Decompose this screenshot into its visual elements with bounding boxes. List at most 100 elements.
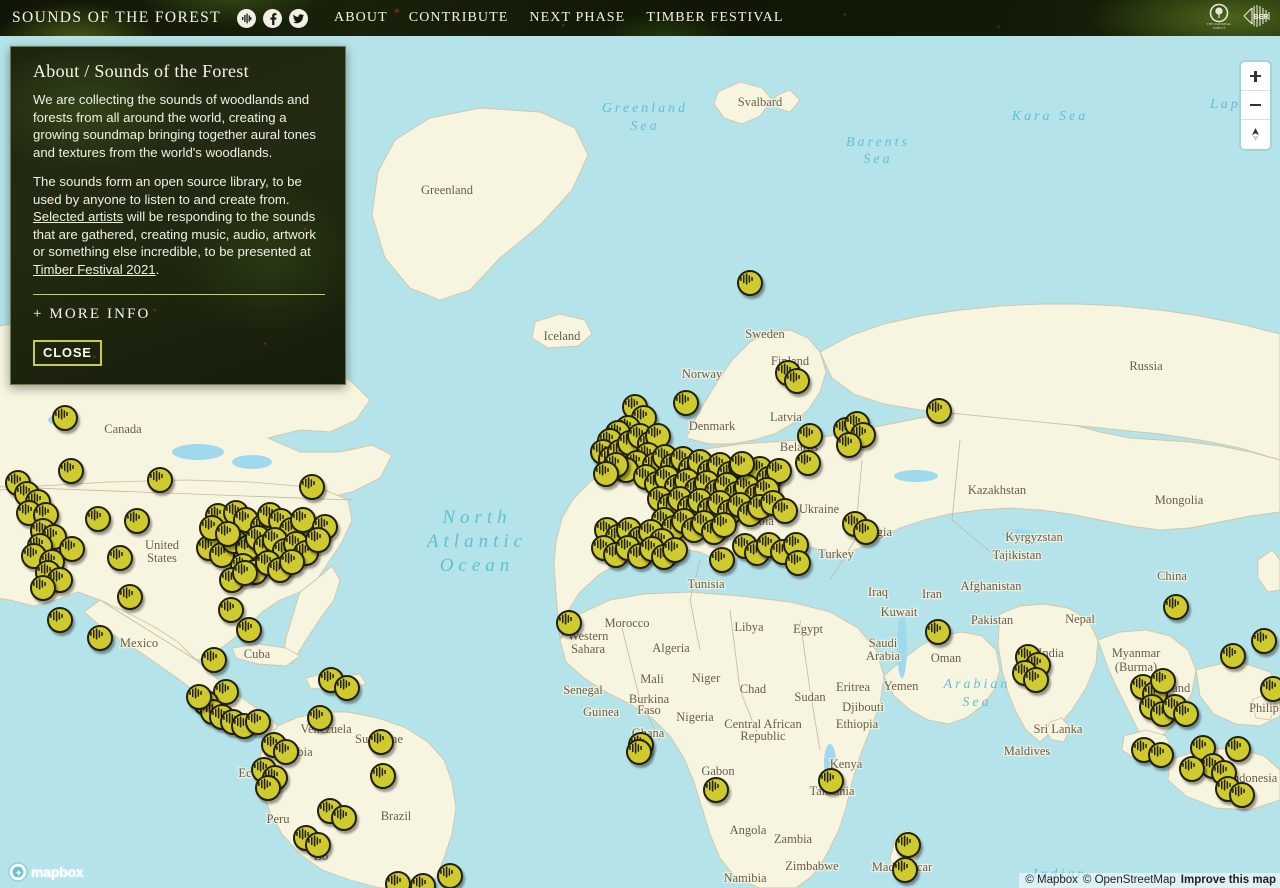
sound-marker[interactable] xyxy=(305,832,331,858)
compass-button[interactable] xyxy=(1241,120,1270,149)
sound-marker[interactable] xyxy=(245,709,271,735)
map-ocean-label: Atlantic xyxy=(425,531,527,552)
sound-marker[interactable] xyxy=(215,521,241,547)
sound-marker[interactable] xyxy=(236,617,262,643)
more-info-toggle[interactable]: + MORE INFO xyxy=(33,306,325,323)
sound-marker[interactable] xyxy=(626,739,652,765)
sound-marker[interactable] xyxy=(784,368,810,394)
sound-marker[interactable] xyxy=(305,527,331,553)
sound-marker[interactable] xyxy=(30,575,56,601)
sound-marker[interactable] xyxy=(331,805,357,831)
sound-marker[interactable] xyxy=(703,777,729,803)
facebook-icon[interactable] xyxy=(263,9,282,28)
map-place-label: Egypt xyxy=(793,622,823,636)
sound-marker[interactable] xyxy=(818,768,844,794)
sound-marker[interactable] xyxy=(117,584,143,610)
sound-marker[interactable] xyxy=(892,857,918,883)
map-ocean-label: Sea xyxy=(863,152,892,167)
sound-marker[interactable] xyxy=(1260,676,1280,702)
sound-marker[interactable] xyxy=(201,647,227,673)
waveform-icon xyxy=(927,621,942,635)
sound-marker[interactable] xyxy=(895,832,921,858)
sound-marker[interactable] xyxy=(1229,782,1255,808)
mapbox-logo[interactable]: mapbox xyxy=(8,862,83,882)
sound-marker[interactable] xyxy=(797,423,823,449)
sound-marker[interactable] xyxy=(1150,668,1176,694)
sound-marker[interactable] xyxy=(147,467,173,493)
sound-marker[interactable] xyxy=(186,684,212,710)
sound-marker[interactable] xyxy=(1220,643,1246,669)
map-place-label: Iraq xyxy=(868,585,889,599)
sound-marker[interactable] xyxy=(334,675,360,701)
sound-marker[interactable] xyxy=(926,398,952,424)
map-place-label: Zambia xyxy=(774,832,813,846)
sound-marker[interactable] xyxy=(1173,701,1199,727)
sound-marker[interactable] xyxy=(1251,628,1277,654)
sound-marker[interactable] xyxy=(1148,742,1174,768)
waveform-icon xyxy=(220,599,235,613)
sound-marker[interactable] xyxy=(709,547,735,573)
map-place-label: Sahara xyxy=(571,642,605,656)
improve-this-map-link[interactable]: Improve this map xyxy=(1181,874,1276,886)
map-ocean-label: North xyxy=(441,507,511,528)
twitter-icon[interactable] xyxy=(289,9,308,28)
sound-marker[interactable] xyxy=(1023,667,1049,693)
sound-marker[interactable] xyxy=(368,729,394,755)
sound-marker[interactable] xyxy=(85,506,111,532)
sound-marker[interactable] xyxy=(232,560,258,586)
waveform-icon xyxy=(774,500,789,514)
sound-marker[interactable] xyxy=(124,508,150,534)
zoom-out-button[interactable] xyxy=(1241,91,1270,120)
sound-marker[interactable] xyxy=(52,405,78,431)
map-place-label: Denmark xyxy=(689,419,736,433)
sound-marker[interactable] xyxy=(307,705,333,731)
sound-marker[interactable] xyxy=(273,739,299,765)
sound-marker[interactable] xyxy=(107,545,133,571)
timber-festival-logo[interactable]: BER xyxy=(1242,2,1274,35)
waveform-icon xyxy=(235,509,250,523)
nav-item-contribute[interactable]: CONTRIBUTE xyxy=(409,10,509,26)
map-place-label: Iran xyxy=(922,587,943,601)
sound-marker[interactable] xyxy=(1225,736,1251,762)
close-button[interactable]: CLOSE xyxy=(33,340,102,366)
waveform-icon xyxy=(307,834,322,848)
sound-marker[interactable] xyxy=(729,451,755,477)
sound-marker[interactable] xyxy=(593,461,619,487)
sound-marker[interactable] xyxy=(47,607,73,633)
nav-item-timber-festival[interactable]: TIMBER FESTIVAL xyxy=(646,10,783,26)
attribution-osm[interactable]: © OpenStreetMap xyxy=(1083,874,1176,886)
sound-marker[interactable] xyxy=(673,390,699,416)
waveform-icon xyxy=(109,547,124,561)
attribution-mapbox[interactable]: © Mapbox xyxy=(1025,874,1078,886)
sound-marker[interactable] xyxy=(662,537,688,563)
sound-marker[interactable] xyxy=(87,625,113,651)
map-place-label: Latvia xyxy=(770,410,802,424)
nav-item-next-phase[interactable]: NEXT PHASE xyxy=(529,10,625,26)
nav-item-about[interactable]: ABOUT xyxy=(334,10,388,26)
waveform-icon xyxy=(1165,596,1180,610)
sound-marker[interactable] xyxy=(853,519,879,545)
sound-marker[interactable] xyxy=(279,549,305,575)
sound-marker[interactable] xyxy=(836,432,862,458)
sound-marker[interactable] xyxy=(556,610,582,636)
waveform-icon xyxy=(558,612,573,626)
waveform-icon[interactable] xyxy=(237,9,256,28)
mapbox-wordmark: mapbox xyxy=(31,864,83,880)
selected-artists-link[interactable]: Selected artists xyxy=(33,209,123,224)
sound-marker[interactable] xyxy=(925,619,951,645)
sound-marker[interactable] xyxy=(58,458,84,484)
sound-marker[interactable] xyxy=(795,450,821,476)
sound-marker[interactable] xyxy=(737,270,763,296)
sound-marker[interactable] xyxy=(437,863,463,888)
sound-marker[interactable] xyxy=(1179,756,1205,782)
timber-festival-2021-link[interactable]: Timber Festival 2021 xyxy=(33,262,156,277)
waveform-icon xyxy=(23,545,38,559)
sound-marker[interactable] xyxy=(1163,594,1189,620)
zoom-in-button[interactable] xyxy=(1241,62,1270,91)
sound-marker[interactable] xyxy=(255,775,281,801)
national-forest-logo[interactable]: THE NATIONAL FOREST xyxy=(1204,1,1234,36)
sound-marker[interactable] xyxy=(370,763,396,789)
sound-marker[interactable] xyxy=(772,498,798,524)
sound-marker[interactable] xyxy=(299,474,325,500)
sound-marker[interactable] xyxy=(785,550,811,576)
